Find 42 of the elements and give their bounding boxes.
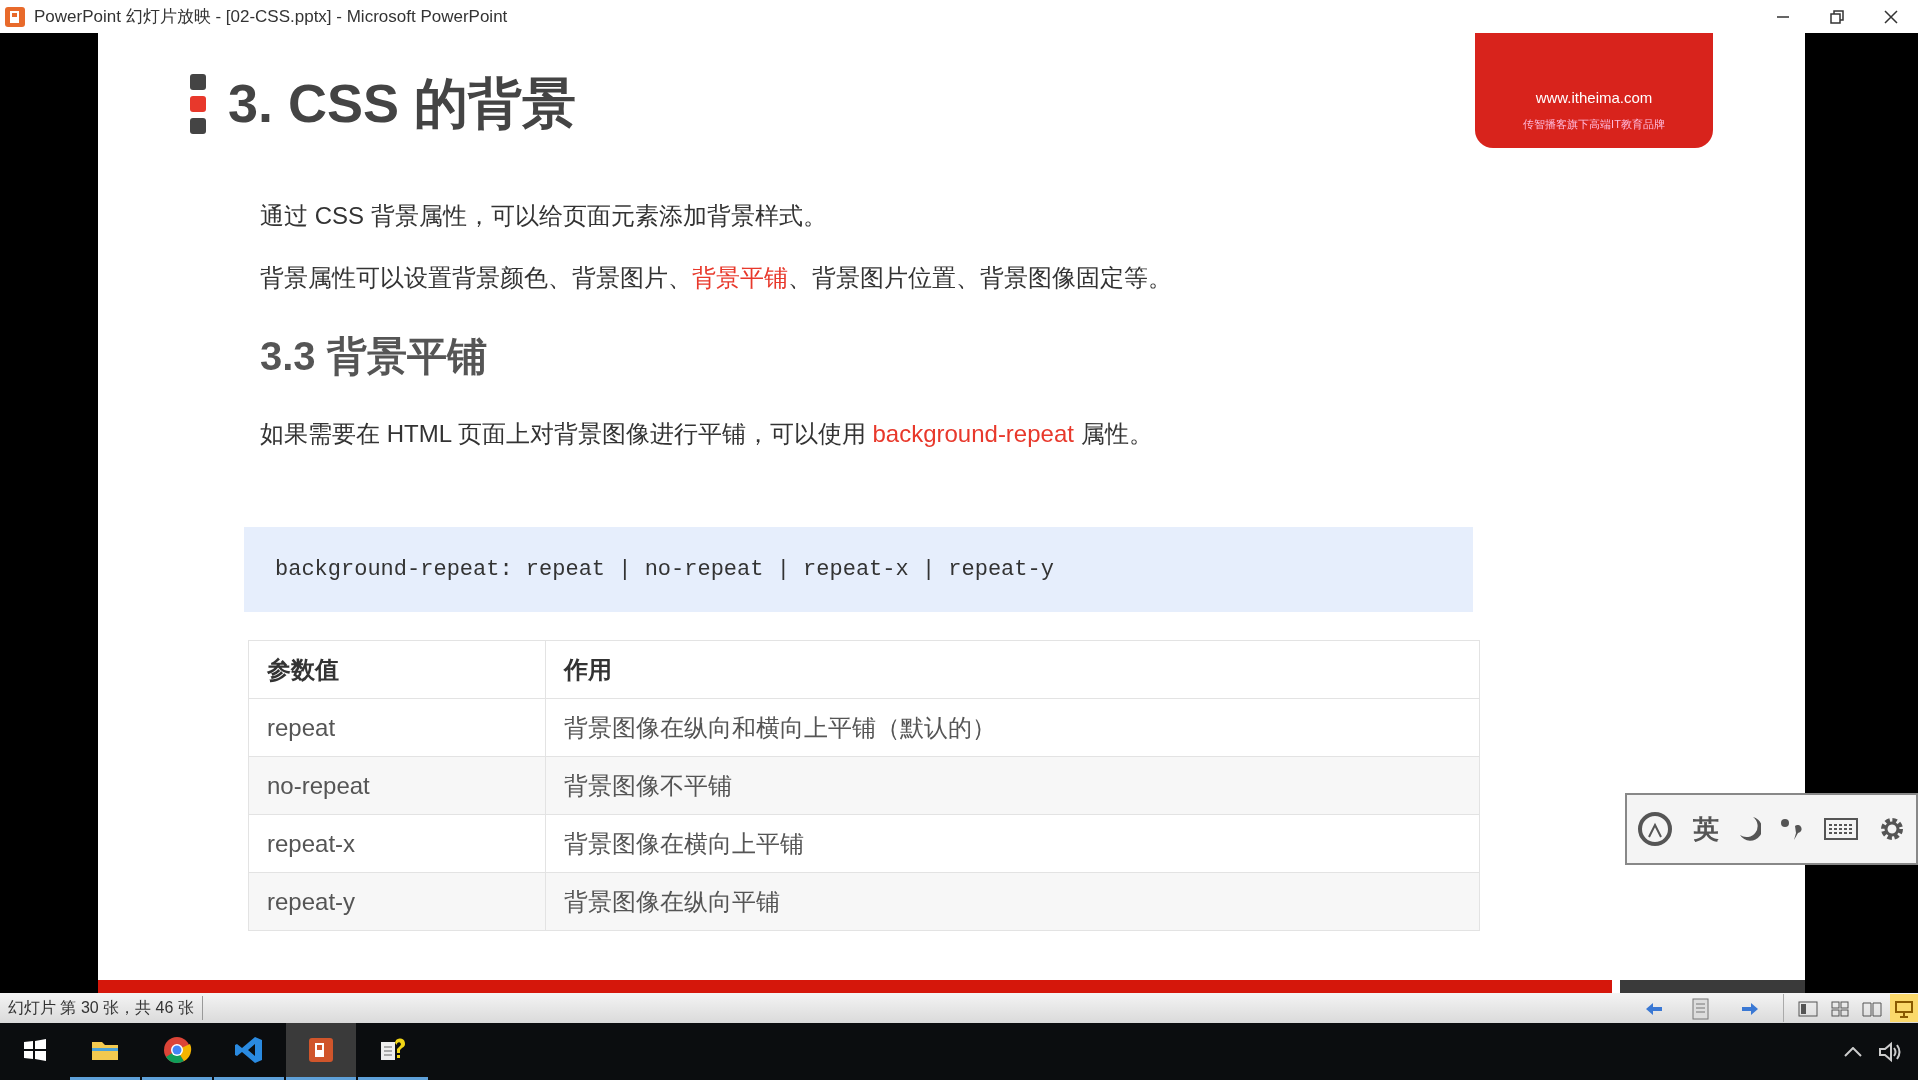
reading-view-icon [1862, 999, 1882, 1018]
section-heading: 3.3 背景平铺 [260, 333, 488, 380]
speaker-icon[interactable] [1878, 1040, 1902, 1063]
moon-icon[interactable] [1738, 816, 1761, 842]
slide-counter: 幻灯片 第 30 张，共 46 张 [8, 996, 203, 1020]
punctuation-icon[interactable] [1780, 816, 1805, 842]
table-cell: no-repeat [248, 756, 546, 815]
table-cell: repeat-y [248, 872, 546, 931]
restore-icon [1830, 10, 1844, 25]
presentation-taskbar-button[interactable] [286, 1023, 356, 1080]
column-header: 参数值 [248, 640, 546, 699]
table-cell: repeat [248, 698, 546, 757]
table-cell: 背景图像不平铺 [545, 756, 1480, 815]
normal-view-icon [1798, 999, 1818, 1018]
app-icon [4, 5, 26, 28]
code-editor-icon [233, 1034, 265, 1066]
paragraph: 如果需要在 HTML 页面上对背景图像进行平铺，可以使用 background-repeat 属性。 [260, 419, 1154, 449]
language-toggle[interactable]: 英 [1692, 809, 1719, 849]
logo: www.itheima.com 传智播客旗下高端IT教育品牌 [1475, 33, 1713, 148]
paragraph: 通过 CSS 背景属性，可以给页面元素添加背景样式。 [260, 201, 828, 231]
next-icon [1741, 1001, 1759, 1016]
previous-icon [1645, 1001, 1663, 1016]
slide-title: 3. CSS 的背景 [228, 72, 577, 135]
keyboard-icon[interactable] [1824, 818, 1859, 840]
table-cell: 背景图像在横向上平铺 [545, 814, 1480, 873]
slideshow-view-icon [1894, 999, 1914, 1018]
title-marker-icon [190, 73, 206, 134]
table-cell: repeat-x [248, 814, 546, 873]
paragraph: 背景属性可以设置背景颜色、背景图片、背景平铺、背景图片位置、背景图像固定等。 [260, 263, 1173, 293]
minimize-icon [1776, 16, 1790, 19]
table-cell: 背景图像在纵向和横向上平铺（默认的） [545, 698, 1480, 757]
close-icon [1884, 10, 1898, 25]
slideshow-view-button[interactable] [1890, 994, 1918, 1022]
start-icon [23, 1038, 47, 1063]
column-header: 作用 [545, 640, 1480, 699]
code-block: background-repeat: repeat | no-repeat | repeat-x | repeat-y [244, 527, 1473, 612]
table-cell: 背景图像在纵向平铺 [545, 872, 1480, 931]
sorter-view-icon [1830, 999, 1850, 1018]
window-title: PowerPoint 幻灯片放映 - [02-CSS.pptx] - Microsoft PowerPoint [34, 5, 508, 28]
ime-logo-icon[interactable] [1636, 811, 1673, 847]
browser-icon [161, 1034, 193, 1066]
chevron-up-icon[interactable] [1844, 1046, 1862, 1057]
